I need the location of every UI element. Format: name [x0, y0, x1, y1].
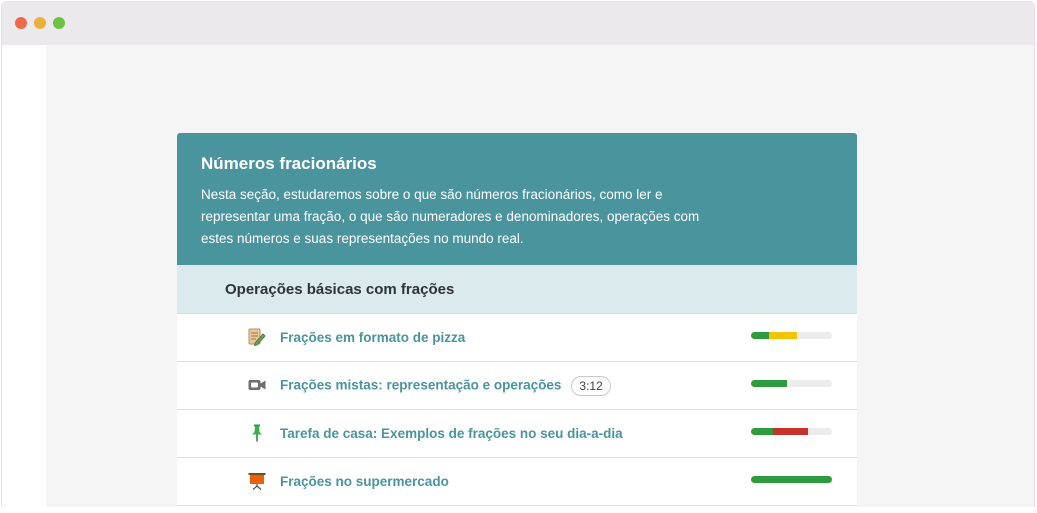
item-link[interactable]: Frações mistas: representação e operaçõe…	[280, 375, 611, 396]
presentation-board-icon	[248, 472, 266, 490]
section-title: Números fracionários	[201, 154, 377, 173]
item-label[interactable]: Frações mistas: representação e operaçõe…	[280, 377, 561, 392]
window-titlebar	[2, 2, 1034, 45]
subsection-header: Operações básicas com frações	[177, 265, 857, 314]
list-item[interactable]: Frações em formato de pizza	[177, 314, 857, 362]
subsection-title: Operações básicas com frações	[225, 280, 455, 298]
video-camera-icon	[248, 376, 266, 394]
list-item[interactable]: Tarefa de casa: Exemplos de frações no s…	[177, 410, 857, 458]
left-sidebar	[2, 45, 46, 507]
progress-segment-correct	[751, 476, 832, 483]
list-item[interactable]: Frações mistas: representação e operaçõe…	[177, 362, 857, 410]
list-item[interactable]: Frações no supermercado	[177, 458, 857, 506]
progress-bar	[751, 332, 832, 339]
minimize-window-button[interactable]	[34, 17, 46, 29]
maximize-window-button[interactable]	[53, 17, 65, 29]
section-header: Números fracionários Nesta seção, estuda…	[177, 133, 857, 265]
progress-bar	[751, 476, 832, 483]
item-link[interactable]: Frações em formato de pizza	[280, 330, 465, 345]
section-description: Nesta seção, estudaremos sobre o que são…	[201, 187, 700, 246]
item-link[interactable]: Tarefa de casa: Exemplos de frações no s…	[280, 426, 623, 441]
item-link[interactable]: Frações no supermercado	[280, 474, 449, 489]
progress-segment-correct	[751, 428, 773, 435]
section-card: Números fracionários Nesta seção, estuda…	[177, 133, 857, 513]
progress-segment-partial	[768, 332, 798, 339]
item-label[interactable]: Tarefa de casa: Exemplos de frações no s…	[280, 426, 623, 441]
progress-segment-correct	[751, 332, 769, 339]
progress-segment-incorrect	[772, 428, 808, 435]
close-window-button[interactable]	[15, 17, 27, 29]
pushpin-icon	[248, 424, 266, 442]
exercise-pencil-icon	[248, 328, 266, 347]
video-duration-badge: 3:12	[571, 375, 611, 396]
progress-segment-correct	[751, 380, 787, 387]
item-label[interactable]: Frações em formato de pizza	[280, 330, 465, 345]
progress-bar	[751, 380, 832, 387]
progress-bar	[751, 428, 832, 435]
item-label[interactable]: Frações no supermercado	[280, 474, 449, 489]
